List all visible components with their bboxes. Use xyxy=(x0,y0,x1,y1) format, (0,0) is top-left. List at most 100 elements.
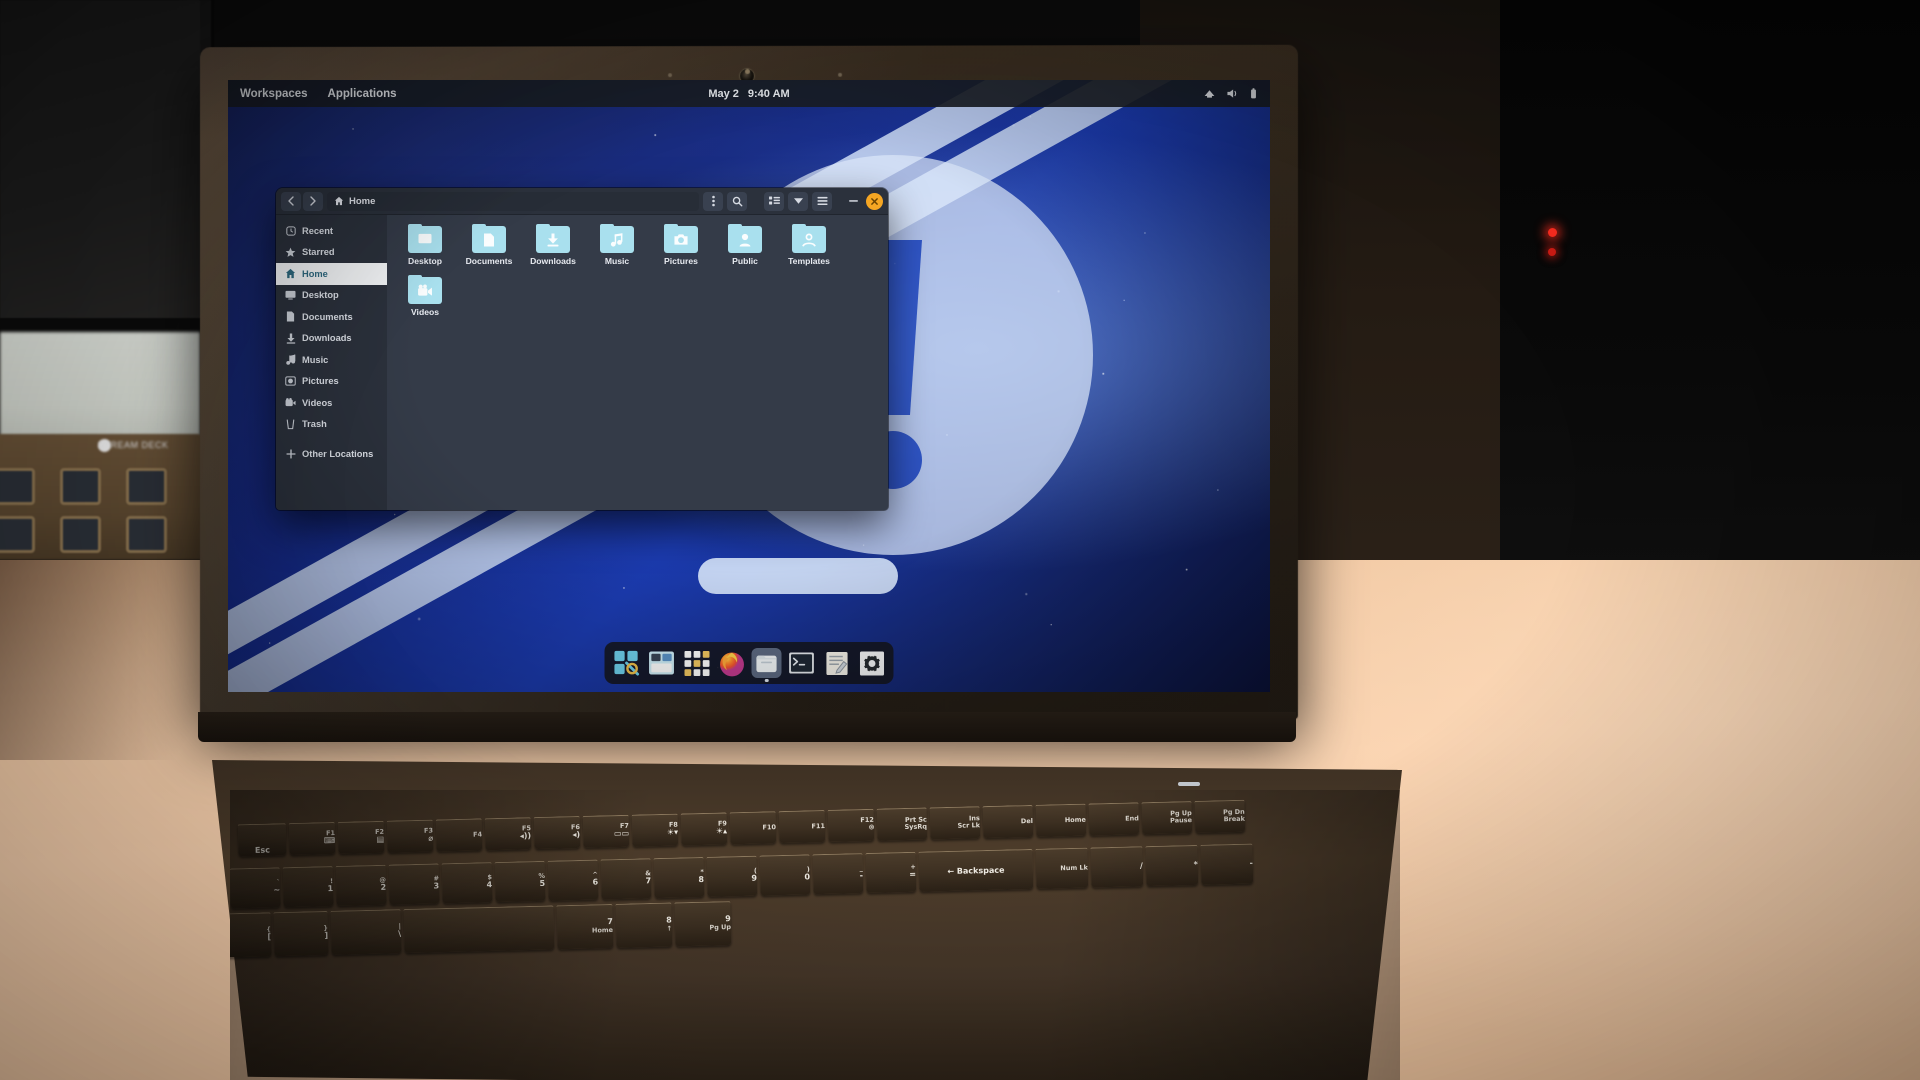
battery-icon[interactable] xyxy=(1247,87,1260,100)
key-f11[interactable]: F11 xyxy=(778,810,826,844)
key-9[interactable]: (9 xyxy=(706,855,758,897)
sidebar-item-downloads[interactable]: Downloads xyxy=(276,328,387,350)
key-home[interactable]: Home xyxy=(1035,803,1087,837)
key-6[interactable]: ^ 6 xyxy=(547,859,599,901)
file-name: Desktop xyxy=(408,256,442,266)
workspaces-button[interactable]: Workspaces xyxy=(240,88,308,100)
close-button[interactable] xyxy=(866,192,883,210)
key-backslash[interactable]: | \ xyxy=(330,909,402,955)
file-name: Music xyxy=(604,256,630,266)
view-grid-button[interactable] xyxy=(764,191,784,211)
laptop-keyboard[interactable]: Esc F1 ⌨ F2 ▤ F3 ⌀ F4 F5 ◂)) F6 ◂) F7 ▭▭ F8 ☀▾ … xyxy=(230,790,1400,1080)
sidebar-item-desktop[interactable]: Desktop xyxy=(276,285,387,307)
clock[interactable]: May 2 9:40 AM xyxy=(708,88,789,100)
key-2[interactable]: @2 xyxy=(335,864,387,906)
key-page-up[interactable]: Pg Up Pause xyxy=(1141,801,1193,835)
places-sidebar: Recent Starred Home Desktop Documents Do… xyxy=(276,215,387,510)
sidebar-item-videos[interactable]: Videos xyxy=(276,392,387,414)
key-numpad-7[interactable]: 7 Home xyxy=(556,903,614,950)
file-item-music[interactable]: Music xyxy=(585,224,649,266)
file-manager-window[interactable]: Home Recent Starred Home Desktop Documen… xyxy=(276,188,888,510)
key-num-lock[interactable]: Num Lk xyxy=(1035,847,1089,889)
dock-item-activities-search[interactable] xyxy=(612,648,642,678)
file-name: Pictures xyxy=(664,256,698,266)
key-f3[interactable]: F3 ⌀ xyxy=(386,819,434,853)
key-4[interactable]: $4 xyxy=(441,862,493,904)
dock-item-text-editor[interactable] xyxy=(822,648,852,678)
application-dock[interactable] xyxy=(604,642,894,684)
key-f2[interactable]: F2 ▤ xyxy=(337,820,385,854)
key-backspace[interactable]: ← Backspace xyxy=(918,848,1034,892)
key-f7[interactable]: F7 ▭▭ xyxy=(582,814,630,848)
key-end[interactable]: End xyxy=(1088,802,1140,836)
key-f8[interactable]: F8 ☀▾ xyxy=(631,813,679,847)
key-insert[interactable]: Ins Scr Lk xyxy=(929,806,981,840)
file-item-templates[interactable]: Templates xyxy=(777,224,841,266)
dock-item-workspaces[interactable] xyxy=(647,648,677,678)
key-f12[interactable]: F12 ⌾ xyxy=(827,808,875,842)
sidebar-item-music[interactable]: Music xyxy=(276,349,387,371)
key-f6[interactable]: F6 ◂) xyxy=(533,815,581,850)
file-grid-view[interactable]: Desktop Documents Downloads Music Pictur… xyxy=(387,215,888,510)
key-fn-label: Break xyxy=(1223,814,1246,824)
key-delete[interactable]: Del xyxy=(982,804,1034,839)
sidebar-item-trash[interactable]: Trash xyxy=(276,414,387,436)
key-equals[interactable]: + = xyxy=(865,851,917,893)
key-3[interactable]: #3 xyxy=(388,863,440,905)
key-numpad-divide[interactable]: / xyxy=(1090,846,1144,888)
back-button[interactable] xyxy=(281,191,301,211)
applications-button[interactable]: Applications xyxy=(328,88,397,100)
key-minus[interactable]: _ - xyxy=(812,853,864,895)
minimize-button[interactable] xyxy=(845,193,862,210)
path-bar[interactable]: Home xyxy=(327,191,699,211)
file-item-documents[interactable]: Documents xyxy=(457,224,521,266)
key-8[interactable]: * 8 xyxy=(653,856,705,899)
dock-item-firefox[interactable] xyxy=(717,648,747,678)
key-f9[interactable]: F9 ☀▴ xyxy=(680,812,728,846)
view-list-button[interactable] xyxy=(812,191,832,211)
dock-item-app-grid[interactable] xyxy=(682,648,712,678)
key-f1[interactable]: F1 ⌨ xyxy=(288,821,336,856)
file-name: Documents xyxy=(465,256,513,266)
menu-button[interactable] xyxy=(703,191,723,211)
file-item-desktop[interactable]: Desktop xyxy=(393,224,457,266)
volume-icon[interactable] xyxy=(1225,87,1238,100)
key-numpad-multiply[interactable]: * xyxy=(1145,844,1199,887)
key-page-down[interactable]: Pg Dn Break xyxy=(1194,799,1246,833)
key-f10[interactable]: F10 xyxy=(729,811,777,845)
key-numpad-minus[interactable]: - xyxy=(1200,843,1254,885)
search-button[interactable] xyxy=(727,191,747,211)
file-item-public[interactable]: Public xyxy=(713,224,777,266)
key-esc[interactable]: Esc xyxy=(237,823,287,857)
sidebar-item-recent[interactable]: Recent xyxy=(276,220,387,242)
key-enter-area[interactable] xyxy=(403,905,555,954)
key-numpad-9[interactable]: 9 Pg Up xyxy=(674,901,732,947)
forward-button[interactable] xyxy=(303,191,323,211)
key-bracket-right[interactable]: }] xyxy=(273,910,329,957)
gear-icon xyxy=(859,650,884,676)
sidebar-item-other-locations[interactable]: Other Locations xyxy=(276,443,387,465)
key-1[interactable]: ! 1 xyxy=(282,866,334,908)
view-dropdown-button[interactable] xyxy=(788,191,808,211)
key-f4[interactable]: F4 xyxy=(435,818,483,852)
dock-item-files[interactable] xyxy=(751,648,782,682)
key-numpad-8[interactable]: 8 ↑ xyxy=(615,902,673,948)
key-5[interactable]: % 5 xyxy=(494,860,546,903)
sidebar-item-home[interactable]: Home xyxy=(276,263,387,285)
network-icon[interactable] xyxy=(1203,87,1216,100)
key-7[interactable]: & 7 xyxy=(600,858,652,900)
file-item-pictures[interactable]: Pictures xyxy=(649,224,713,266)
sidebar-item-starred[interactable]: Starred xyxy=(276,242,387,264)
key-f5[interactable]: F5 ◂)) xyxy=(484,817,532,851)
sidebar-item-documents[interactable]: Documents xyxy=(276,306,387,328)
key-tilde[interactable]: ` ~ xyxy=(230,867,281,909)
file-item-downloads[interactable]: Downloads xyxy=(521,224,585,266)
dock-item-terminal[interactable] xyxy=(787,648,817,678)
dock-item-settings[interactable] xyxy=(857,648,887,678)
system-tray[interactable] xyxy=(1203,87,1260,100)
key-0[interactable]: ) 0 xyxy=(759,854,811,896)
file-item-videos[interactable]: Videos xyxy=(393,275,457,317)
sidebar-item-pictures[interactable]: Pictures xyxy=(276,371,387,393)
key-bracket-left[interactable]: {[ xyxy=(230,912,272,958)
key-print-screen[interactable]: Prt Sc SysRq xyxy=(876,807,928,841)
